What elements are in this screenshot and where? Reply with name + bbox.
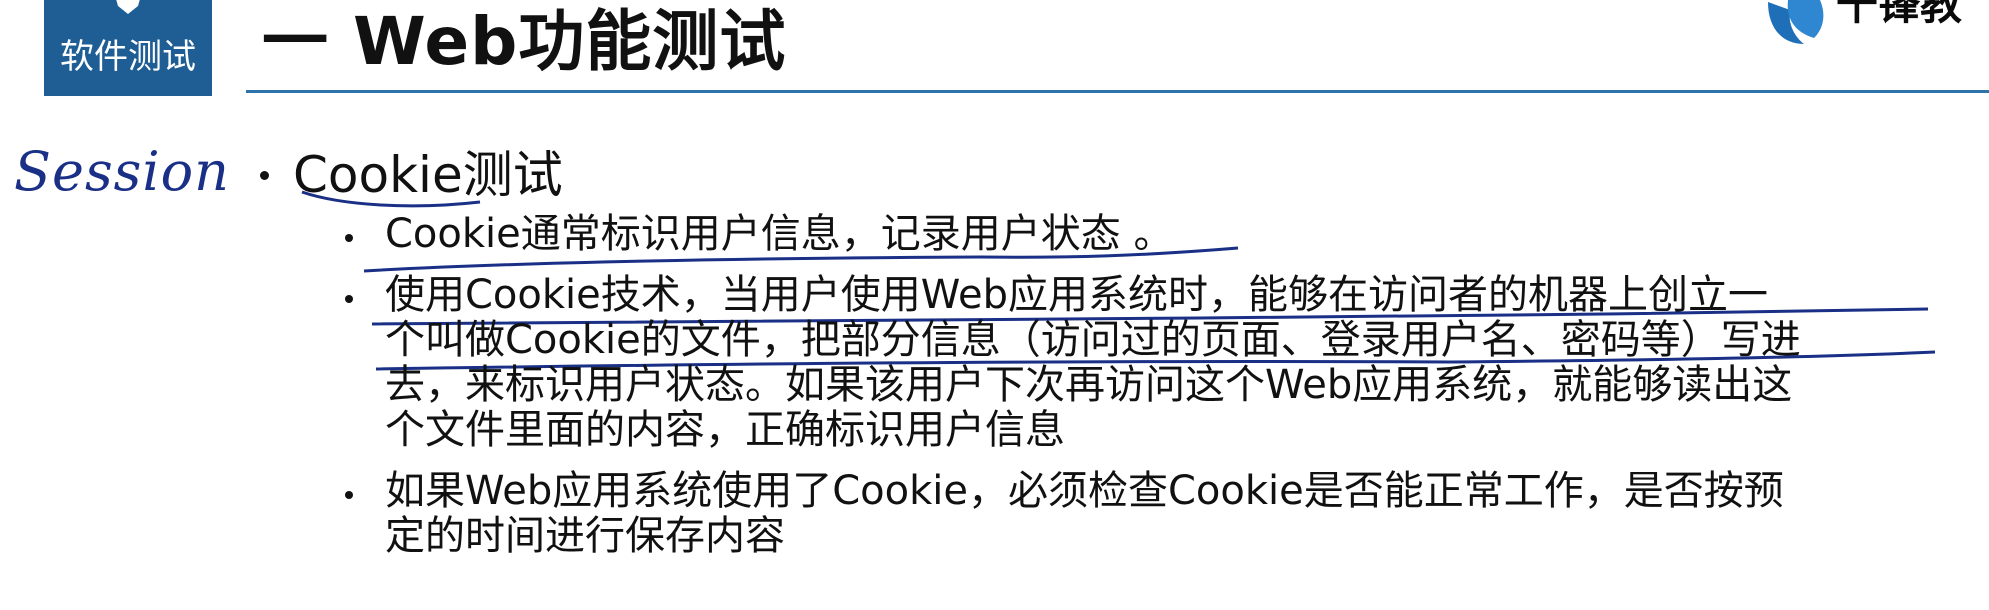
bullet-heading: Cookie测试 bbox=[260, 145, 563, 205]
brand-logo-icon bbox=[1768, 0, 1824, 44]
detail-item-text: Cookie通常标识用户信息，记录用户状态 。 bbox=[385, 212, 1970, 257]
title-divider bbox=[246, 90, 1989, 93]
brand-logo: 千锋教 bbox=[1760, 0, 1989, 48]
bullet-marker bbox=[345, 234, 353, 242]
detail-line: 如果Web应用系统使用了Cookie，必须检查Cookie是否能正常工作，是否按… bbox=[385, 468, 1784, 514]
handwritten-note: Session bbox=[14, 140, 230, 203]
brand-logo-text: 千锋教 bbox=[1836, 0, 1963, 29]
detail-line: Cookie通常标识用户信息，记录用户状态 。 bbox=[385, 211, 1174, 257]
detail-line: 使用Cookie技术，当用户使用Web应用系统时，能够在访问者的机器上创立一 bbox=[385, 272, 1768, 318]
detail-line: 定的时间进行保存内容 bbox=[385, 513, 785, 559]
detail-line: 去，来标识用户状态。如果该用户下次再访问这个Web应用系统，就能够读出这 bbox=[385, 362, 1793, 408]
detail-item-text: 使用Cookie技术，当用户使用Web应用系统时，能够在访问者的机器上创立一 个… bbox=[385, 273, 1970, 453]
section-badge: 软件测试 bbox=[44, 0, 212, 96]
heading-text: Cookie测试 bbox=[293, 146, 563, 204]
detail-item-text: 如果Web应用系统使用了Cookie，必须检查Cookie是否能正常工作，是否按… bbox=[385, 469, 1970, 559]
detail-list: Cookie通常标识用户信息，记录用户状态 。 使用Cookie技术，当用户使用… bbox=[345, 212, 1970, 575]
detail-line: 个文件里面的内容，正确标识用户信息 bbox=[385, 407, 1065, 453]
detail-line: 个叫做Cookie的文件，把部分信息（访问过的页面、登录用户名、密码等）写进 bbox=[385, 317, 1801, 363]
bullet-marker bbox=[345, 491, 353, 499]
detail-item: Cookie通常标识用户信息，记录用户状态 。 bbox=[345, 212, 1970, 257]
section-badge-label: 软件测试 bbox=[60, 37, 196, 77]
badge-gear-icon bbox=[116, 0, 140, 14]
bullet-marker bbox=[260, 170, 269, 180]
bullet-marker bbox=[345, 295, 353, 303]
detail-item: 如果Web应用系统使用了Cookie，必须检查Cookie是否能正常工作，是否按… bbox=[345, 469, 1970, 559]
page-title: 一 Web功能测试 bbox=[262, 3, 787, 80]
detail-item: 使用Cookie技术，当用户使用Web应用系统时，能够在访问者的机器上创立一 个… bbox=[345, 273, 1970, 453]
